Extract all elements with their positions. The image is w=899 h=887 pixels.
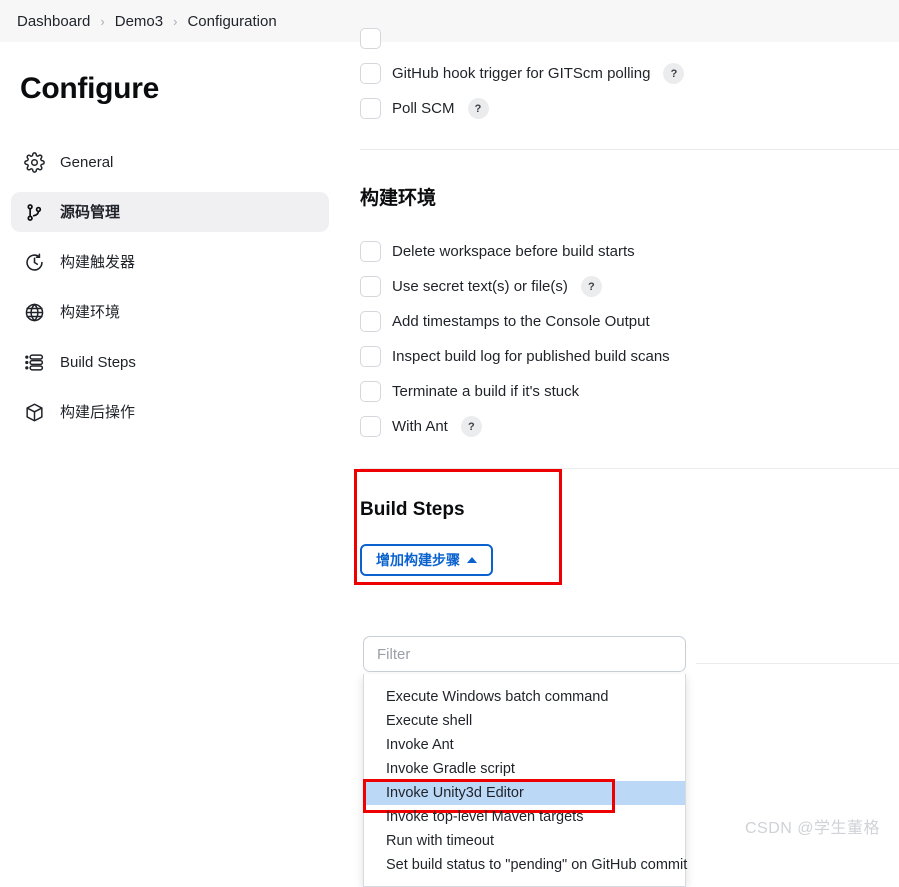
list-icon	[22, 350, 46, 374]
breadcrumb-item-dashboard[interactable]: Dashboard	[9, 13, 98, 30]
checkbox-row-inspect-build-log: Inspect build log for published build sc…	[360, 339, 899, 374]
checkbox-label: Poll SCM	[392, 100, 455, 117]
globe-icon	[22, 300, 46, 324]
checkbox-label: With Ant	[392, 418, 448, 435]
sidebar-item-build-environment[interactable]: 构建环境	[11, 292, 329, 332]
dropdown-item-invoke-gradle-script[interactable]: Invoke Gradle script	[364, 757, 685, 781]
sidebar-item-label: General	[60, 153, 114, 171]
breadcrumb: Dashboard › Demo3 › Configuration	[0, 0, 899, 42]
sidebar-item-label: 源码管理	[60, 203, 121, 221]
build-environment-checkbox-group: Delete workspace before build starts Use…	[360, 234, 899, 444]
chevron-up-icon	[467, 557, 477, 563]
help-icon[interactable]: ?	[460, 416, 482, 437]
gear-icon	[22, 150, 46, 174]
build-triggers-group: GitHub hook trigger for GITScm polling ?…	[360, 42, 899, 126]
sidebar-item-general[interactable]: General	[11, 142, 329, 182]
section-title-build-steps: Build Steps	[360, 499, 465, 520]
section-title-build-environment: 构建环境	[360, 188, 437, 209]
sidebar-item-label: 构建触发器	[60, 253, 136, 271]
dropdown-item-run-with-timeout[interactable]: Run with timeout	[364, 829, 685, 853]
checkbox-github-hook-trigger[interactable]	[360, 63, 381, 84]
breadcrumb-separator-icon: ›	[100, 13, 105, 29]
sidebar-item-label: 构建环境	[60, 303, 121, 321]
filter-input[interactable]	[363, 636, 686, 672]
help-icon[interactable]: ?	[663, 63, 685, 84]
right-section-divider	[696, 663, 899, 664]
build-step-dropdown: Execute Windows batch command Execute sh…	[363, 636, 687, 887]
sidebar-item-source-code-management[interactable]: 源码管理	[11, 192, 329, 232]
sidebar-nav: General 源码管理 构建触发器 构建环境 Build Steps 构建后操…	[0, 142, 340, 432]
checkbox-delete-workspace[interactable]	[360, 241, 381, 262]
add-build-step-label: 增加构建步骤	[376, 552, 460, 568]
checkbox-label: Add timestamps to the Console Output	[392, 313, 650, 330]
checkbox-clipped-above[interactable]	[360, 28, 381, 49]
clock-icon	[22, 250, 46, 274]
dropdown-item-invoke-ant[interactable]: Invoke Ant	[364, 733, 685, 757]
dropdown-item-invoke-unity3d-editor[interactable]: Invoke Unity3d Editor	[363, 779, 685, 813]
build-steps-section: Build Steps 增加构建步骤	[354, 469, 899, 585]
checkbox-row-use-secret-text: Use secret text(s) or file(s) ?	[360, 269, 899, 304]
help-icon[interactable]: ?	[580, 276, 602, 297]
checkbox-label: Delete workspace before build starts	[392, 243, 635, 260]
build-environment-section: 构建环境 Delete workspace before build start…	[360, 150, 899, 444]
checkbox-add-timestamps[interactable]	[360, 311, 381, 332]
checkbox-row-with-ant: With Ant ?	[360, 409, 899, 444]
breadcrumb-separator-icon: ›	[173, 13, 178, 29]
checkbox-row-poll-scm: Poll SCM ?	[360, 91, 899, 126]
dropdown-item-set-build-status-pending[interactable]: Set build status to "pending" on GitHub …	[364, 853, 687, 877]
watermark: CSDN @学生董格	[744, 820, 880, 837]
dropdown-item-execute-shell[interactable]: Execute shell	[364, 709, 685, 733]
dropdown-item-invoke-top-level-maven-targets[interactable]: Invoke top-level Maven targets	[364, 805, 685, 829]
checkbox-use-secret-text[interactable]	[360, 276, 381, 297]
breadcrumb-item-demo3[interactable]: Demo3	[107, 13, 171, 30]
build-step-option-list: Execute Windows batch command Execute sh…	[363, 674, 687, 887]
checkbox-row-github-hook-trigger: GitHub hook trigger for GITScm polling ?	[360, 56, 899, 91]
sidebar-item-build-triggers[interactable]: 构建触发器	[11, 242, 329, 282]
page-body: Configure General 源码管理 构建触发器 构建环境 Build …	[0, 28, 899, 887]
sidebar: Configure General 源码管理 构建触发器 构建环境 Build …	[0, 42, 340, 852]
dropdown-item-execute-windows-batch-command[interactable]: Execute Windows batch command	[364, 685, 685, 709]
sidebar-item-label: 构建后操作	[60, 403, 136, 421]
checkbox-row-terminate-build: Terminate a build if it's stuck	[360, 374, 899, 409]
checkbox-row-delete-workspace: Delete workspace before build starts	[360, 234, 899, 269]
checkbox-row-add-timestamps: Add timestamps to the Console Output	[360, 304, 899, 339]
checkbox-poll-scm[interactable]	[360, 98, 381, 119]
breadcrumb-item-configuration[interactable]: Configuration	[179, 13, 284, 30]
checkbox-with-ant[interactable]	[360, 416, 381, 437]
sidebar-item-build-steps[interactable]: Build Steps	[11, 342, 329, 382]
help-icon[interactable]: ?	[467, 98, 489, 119]
add-build-step-button[interactable]: 增加构建步骤	[360, 544, 493, 576]
git-branch-icon	[22, 200, 46, 224]
sidebar-item-label: Build Steps	[60, 353, 136, 371]
checkbox-label: Terminate a build if it's stuck	[392, 383, 580, 400]
package-icon	[22, 400, 46, 424]
checkbox-label: Use secret text(s) or file(s)	[392, 278, 568, 295]
checkbox-terminate-build[interactable]	[360, 381, 381, 402]
checkbox-label: GitHub hook trigger for GITScm polling	[392, 65, 651, 82]
checkbox-inspect-build-log[interactable]	[360, 346, 381, 367]
checkbox-label: Inspect build log for published build sc…	[392, 348, 670, 365]
sidebar-item-post-build-actions[interactable]: 构建后操作	[11, 392, 329, 432]
page-title: Configure	[20, 72, 159, 105]
